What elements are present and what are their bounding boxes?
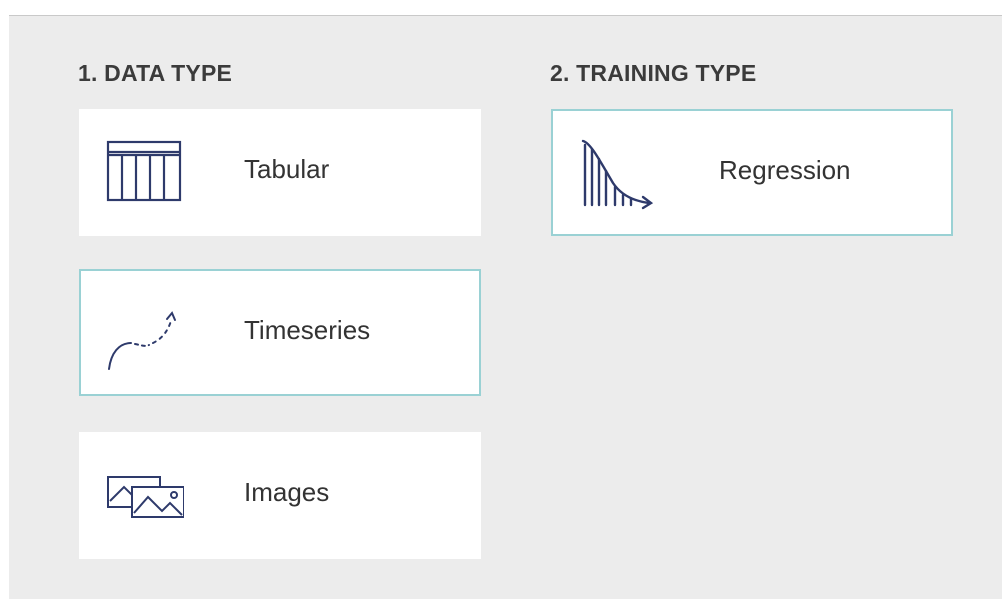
- data-type-option-timeseries[interactable]: Timeseries: [79, 269, 481, 396]
- images-icon: [102, 455, 184, 535]
- data-type-option-images[interactable]: Images: [79, 432, 481, 559]
- table-icon: [102, 132, 184, 212]
- trend-curve-icon: [101, 293, 183, 373]
- data-type-heading: 1. DATA TYPE: [78, 60, 233, 86]
- configuration-panel: 1. DATA TYPE Tabular Timeseries Images 2…: [9, 15, 1002, 599]
- training-type-heading: 2. TRAINING TYPE: [550, 60, 757, 86]
- data-type-option-label: Tabular: [244, 154, 330, 184]
- data-type-option-tabular[interactable]: Tabular: [79, 109, 481, 236]
- regression-icon: [579, 133, 661, 213]
- training-type-option-label: Regression: [719, 155, 851, 185]
- data-type-option-label: Images: [244, 477, 330, 507]
- training-type-option-regression[interactable]: Regression: [551, 109, 953, 236]
- data-type-option-label: Timeseries: [244, 315, 371, 345]
